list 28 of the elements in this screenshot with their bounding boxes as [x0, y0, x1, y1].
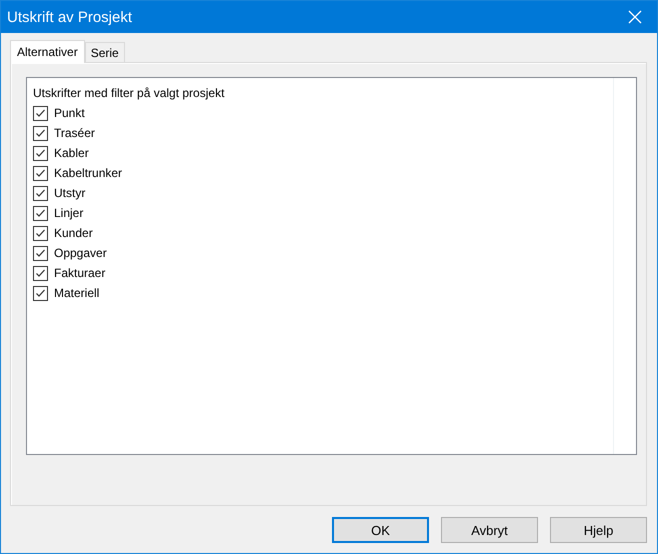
checkbox-label[interactable]: Fakturaer [54, 266, 106, 280]
checkbox[interactable] [33, 126, 48, 140]
checkbox-label[interactable]: Oppgaver [54, 246, 107, 260]
checkbox[interactable] [33, 206, 48, 220]
close-icon [628, 10, 642, 24]
checkbox-label[interactable]: Punkt [54, 106, 85, 120]
checkbox-label[interactable]: Kabler [54, 146, 89, 160]
checkbox-label[interactable]: Materiell [54, 286, 100, 300]
dialog-button[interactable]: OK [332, 517, 429, 543]
checkbox[interactable] [33, 266, 48, 280]
checkbox-label[interactable]: Linjer [54, 206, 84, 220]
checkbox[interactable] [33, 286, 48, 300]
checkbox[interactable] [33, 146, 48, 160]
list-heading: Utskrifter med filter på valgt prosjekt [33, 85, 226, 102]
checkbox-label[interactable]: Traséer [54, 126, 95, 140]
checkbox[interactable] [33, 166, 48, 180]
dialog-button[interactable]: Hjelp [550, 517, 647, 543]
tab[interactable]: Serie [84, 42, 125, 62]
dialog-button[interactable]: Avbryt [441, 517, 538, 543]
window-title: Utskrift av Prosjekt [6, 8, 132, 26]
checkbox[interactable] [33, 246, 48, 260]
checkbox-label[interactable]: Utstyr [54, 186, 86, 200]
checkbox-label[interactable]: Kunder [54, 226, 93, 240]
checkbox-label[interactable]: Kabeltrunker [54, 166, 122, 180]
checkbox[interactable] [33, 226, 48, 240]
checkbox[interactable] [33, 106, 48, 120]
checkbox[interactable] [33, 186, 48, 200]
tab[interactable]: Alternativer [10, 40, 85, 63]
